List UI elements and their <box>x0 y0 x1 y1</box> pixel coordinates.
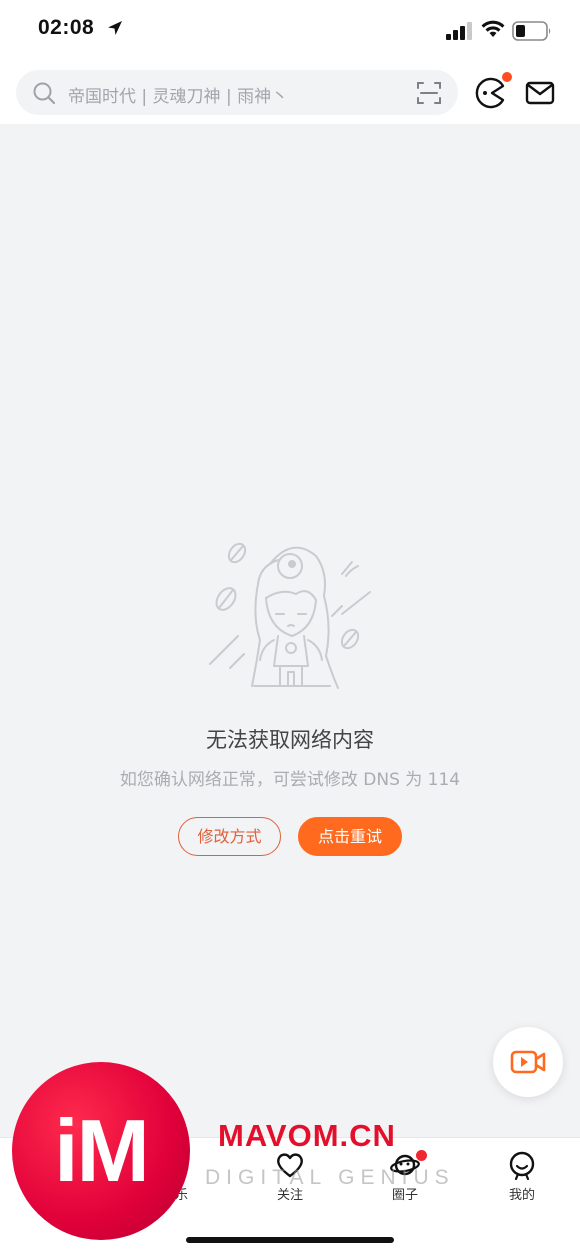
search-placeholder: 帝国时代 | 灵魂刀神 | 雨神丶 <box>68 87 289 107</box>
tab-badge-dot <box>416 1150 427 1161</box>
video-camera-icon <box>510 1050 546 1074</box>
status-bar: 02:08 <box>0 0 580 64</box>
profile-icon <box>509 1151 535 1180</box>
watermark-logo-text: iM <box>54 1101 150 1200</box>
mail-icon[interactable] <box>525 78 555 108</box>
search-input[interactable]: 帝国时代 | 灵魂刀神 | 雨神丶 <box>16 70 458 115</box>
empty-state-hint: 如您确认网络正常，可尝试修改 DNS 为 114 <box>119 770 461 790</box>
scan-icon[interactable] <box>416 80 442 106</box>
floating-video-button[interactable] <box>493 1027 563 1097</box>
cellular-signal-icon <box>446 22 472 40</box>
watermark-tagline: DIGITAL GENIUS <box>205 1166 455 1189</box>
tab-profile[interactable]: 我的 <box>482 1146 562 1203</box>
status-time: 02:08 <box>38 16 95 39</box>
tab-label: 我的 <box>508 1188 535 1203</box>
location-arrow-icon <box>108 21 122 35</box>
game-icon[interactable] <box>474 76 508 110</box>
empty-state-title: 无法获取网络内容 <box>206 728 374 752</box>
retry-button[interactable]: 点击重试 <box>298 817 402 856</box>
wifi-icon <box>481 20 505 37</box>
network-error-illustration <box>209 542 371 689</box>
notification-dot <box>502 72 512 82</box>
search-icon <box>33 82 56 105</box>
watermark-logo: iM <box>12 1062 190 1240</box>
modify-method-button[interactable]: 修改方式 <box>178 817 281 856</box>
home-indicator <box>186 1237 394 1243</box>
top-bar: 帝国时代 | 灵魂刀神 | 雨神丶 <box>0 64 580 124</box>
watermark-brand: MAVOM.CN <box>218 1118 396 1153</box>
battery-icon <box>512 21 551 41</box>
